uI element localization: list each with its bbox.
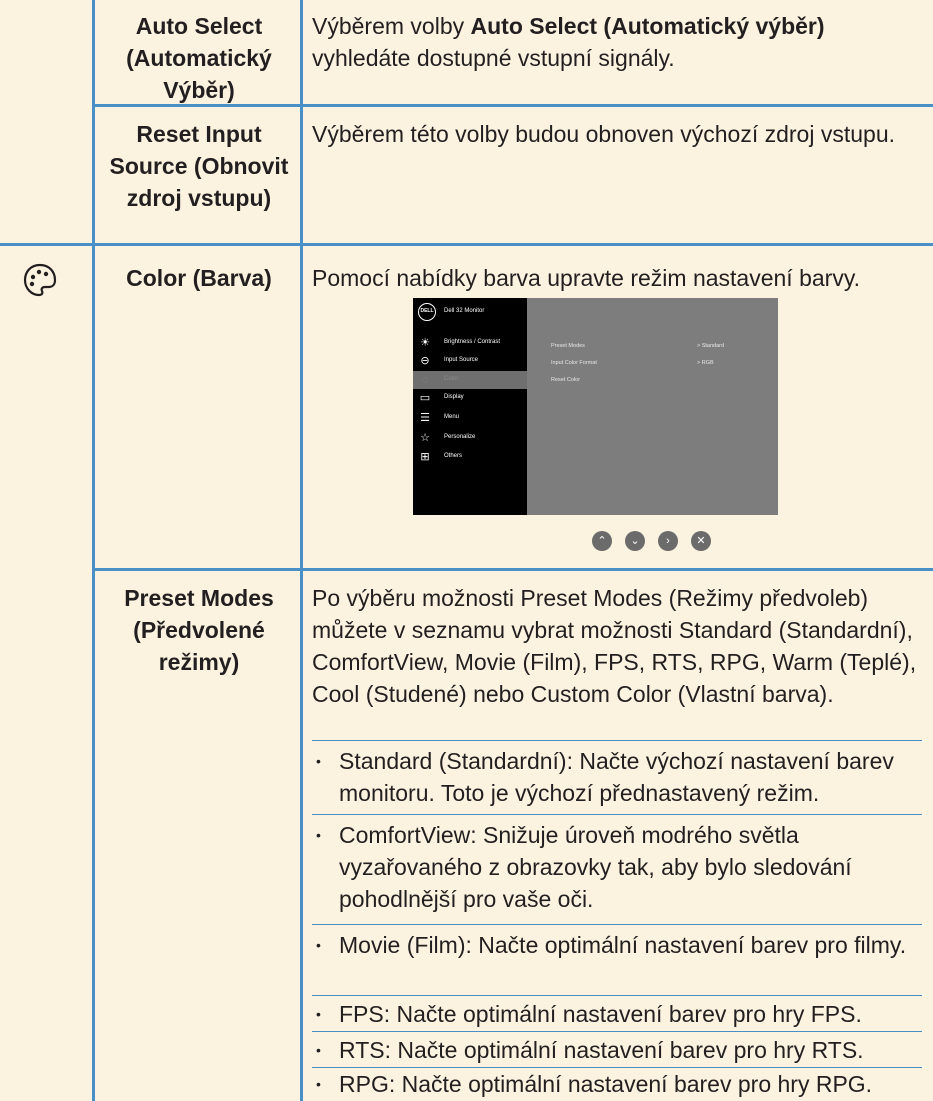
bullet-divider [312,740,922,741]
desc-bold: Auto Select (Automatický výběr) [470,13,825,39]
option-name: FPS [594,649,639,675]
close-icon: ✕ [691,531,711,551]
up-icon: ⌃ [592,531,612,551]
osd-option-preset-modes: Preset Modes [551,343,585,349]
osd-menu-brightness: ☀ Brightness / Contrast [413,334,527,352]
row-divider [0,243,933,246]
bullet-icon: • [316,1042,321,1058]
osd-screenshot: DELL Dell 32 Monitor ☀ Brightness / Cont… [413,298,778,515]
osd-menu-label: Color [444,376,459,382]
auto-select-label: Auto Select (Automatický Výběr) [126,13,272,103]
table-border [300,0,303,1101]
list-item: • RTS: Načte optimální nastavení barev p… [312,1034,927,1066]
bullet-icon: • [316,937,321,953]
bullet-divider [312,1031,922,1032]
dell-logo: DELL [418,303,436,321]
osd-menu-label: Display [444,394,464,400]
osd-option-input-color-format: Input Color Format [551,360,597,366]
list-item: • ComfortView: Snižuje úroveň modrého sv… [312,819,927,915]
osd-menu-label: Input Source [444,357,479,363]
osd-option-preset-value: > Standard [697,343,725,349]
option-name: Movie (Film) [454,649,582,675]
list-item: • Standard (Standardní): Načte výchozí n… [312,745,927,809]
desc-text: vyhledáte dostupné vstupní signály. [312,45,675,71]
list-item: • RPG: Načte optimální nastavení barev p… [312,1068,927,1100]
desc-text: Po výběru možnosti [312,585,521,611]
input-source-icon: ⊖ [420,355,430,367]
osd-menu-personalize: ☆ Personalize [413,429,527,447]
osd-option-reset-color: Reset Color [551,377,581,383]
desc-text: , [909,649,917,675]
reset-input-label: Reset Input Source (Obnovit zdroj vstupu… [109,121,289,211]
color-label: Color (Barva) [126,265,272,291]
option-name: Preset Modes (Režimy předvoleb) [520,585,869,611]
osd-menu-label: Others [444,453,463,459]
bullet-term: FPS [339,1001,384,1027]
color-description: Pomocí nabídky barva upravte režim nasta… [312,265,861,291]
bullet-divider [312,924,922,925]
osd-title: Dell 32 Monitor [444,308,485,314]
palette-icon [22,262,58,298]
right-icon: › [658,531,678,551]
others-icon: ⊞ [420,451,430,463]
option-name: Standard (Standardní) [678,617,907,643]
osd-menu-display: ▭ Display [413,389,527,407]
list-item: • Movie (Film): Načte optimální nastaven… [312,929,927,961]
desc-text: , [638,649,652,675]
down-icon: ⌄ [625,531,645,551]
bullet-text: : Načte optimální nastavení barev pro fi… [465,932,907,958]
osd-menu-label: Personalize [444,434,476,440]
desc-text: , [697,649,710,675]
auto-select-description: Výběrem volby Auto Select (Automatický v… [312,10,927,74]
reset-input-description: Výběrem této volby budou obnoven výchozí… [312,121,896,147]
bullet-divider [312,995,922,996]
bullet-text: : Načte optimální nastavení barev pro hr… [383,1001,862,1027]
bullet-icon: • [316,1006,321,1022]
bullet-text: : Načte optimální nastavení barev pro hr… [388,1071,873,1097]
bullet-term: Movie (Film) [339,932,466,958]
option-name: Cool (Studené) [312,681,467,707]
desc-text: , [581,649,595,675]
desc-text: , [441,649,455,675]
bullet-term: RPG [339,1071,389,1097]
bullet-icon: • [316,1076,321,1092]
option-name: Custom Color (Vlastní barva) [530,681,828,707]
option-name: RTS [651,649,698,675]
list-item: • FPS: Načte optimální nastavení barev p… [312,998,927,1030]
desc-text: nebo [466,681,531,707]
table-border [92,0,95,1101]
option-name: Warm (Teplé) [772,649,910,675]
bullet-text: : Načte optimální nastavení barev pro hr… [384,1037,864,1063]
desc-text: , [906,617,913,643]
bullet-divider [312,814,922,815]
brightness-icon: ☀ [420,337,430,349]
option-name: RPG [709,649,760,675]
osd-menu-label: Brightness / Contrast [444,339,501,345]
menu-icon: ☰ [420,412,430,424]
osd-menu-others: ⊞ Others [413,448,527,466]
bullet-term: Standard (Standardní) [339,748,567,774]
osd-menu-menu: ☰ Menu [413,409,527,427]
display-icon: ▭ [419,392,431,404]
osd-menu-label: Menu [444,414,460,420]
desc-text: můžete v seznamu vybrat možnosti [312,617,679,643]
osd-menu-input-source: ⊖ Input Source [413,352,527,370]
row-divider [95,568,933,571]
osd-option-input-color-value: > RGB [697,360,714,366]
preset-modes-intro: Po výběru možnosti Preset Modes (Režimy … [312,582,927,710]
desc-text: Výběrem volby [312,13,471,39]
bullet-icon: • [316,753,321,769]
osd-menu-color: ◌ Color [413,371,527,389]
option-name: ComfortView [312,649,442,675]
bullet-term: RTS [339,1037,385,1063]
settings-table: Auto Select (Automatický Výběr) Výběrem … [0,0,933,1101]
preset-modes-label: Preset Modes (Předvolené režimy) [124,585,274,675]
star-icon: ☆ [420,432,430,444]
color-icon: ◌ [421,374,429,386]
desc-text: , [759,649,773,675]
bullet-icon: • [316,827,321,843]
bullet-term: ComfortView [339,822,471,848]
desc-text: . [827,681,834,707]
osd-sidebar: DELL Dell 32 Monitor ☀ Brightness / Cont… [413,298,527,515]
